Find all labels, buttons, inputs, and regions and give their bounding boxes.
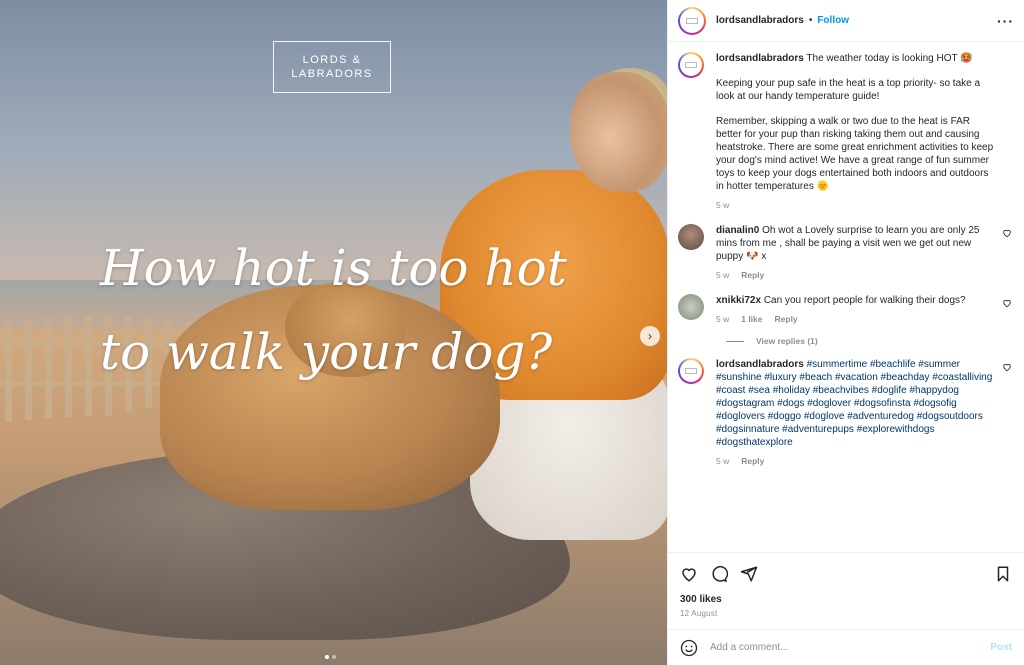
list-item: lordsandlabradors #summertime #beachlife…	[678, 358, 1014, 468]
comment-time[interactable]: 5 w	[716, 455, 729, 468]
comment-time[interactable]: 5 w	[716, 269, 729, 282]
chevron-right-icon: ›	[648, 329, 652, 343]
commenter-avatar[interactable]	[678, 358, 704, 384]
caption-line-1: The weather today is looking HOT 🥵	[806, 53, 973, 64]
headline-line-2: to walk your dog?	[100, 323, 553, 381]
carousel-dot-active	[325, 655, 329, 659]
commenter-avatar[interactable]	[678, 224, 704, 250]
reply-button[interactable]: Reply	[741, 455, 764, 468]
heart-icon[interactable]	[1002, 228, 1012, 238]
share-send-icon[interactable]	[740, 565, 758, 583]
comment-username[interactable]: dianalin0	[716, 225, 759, 236]
header-username[interactable]: lordsandlabradors	[716, 15, 804, 26]
caption-username[interactable]: lordsandlabradors	[716, 53, 804, 64]
caption-paragraph-3: Remember, skipping a walk or two due to …	[716, 116, 994, 192]
comment-bubble-icon[interactable]	[710, 565, 728, 583]
woman-head-graphic	[570, 72, 667, 192]
logo-line-1: LORDS &	[302, 54, 362, 66]
comment-username[interactable]: lordsandlabradors	[716, 359, 804, 370]
view-replies-button[interactable]: View replies (1)	[726, 336, 1014, 346]
add-comment-bar: Add a comment... Post	[668, 629, 1024, 665]
carousel-dots	[325, 655, 336, 659]
image-headline: How hot is too hot to walk your dog?	[100, 226, 580, 394]
emoji-icon[interactable]	[680, 639, 698, 657]
post-date[interactable]: 12 August	[668, 605, 1024, 629]
follow-button[interactable]: Follow	[817, 15, 849, 26]
comment-text: Can you report people for walking their …	[763, 295, 966, 306]
commenter-avatar[interactable]	[678, 294, 704, 320]
reply-button[interactable]: Reply	[775, 313, 798, 326]
more-options-icon[interactable]: ···	[997, 13, 1014, 29]
post-actions	[668, 552, 1024, 594]
caption: lordsandlabradors The weather today is l…	[678, 52, 1014, 212]
caption-time[interactable]: 5 w	[716, 199, 729, 212]
list-item: dianalin0 Oh wot a Lovely surprise to le…	[678, 224, 1014, 282]
comment-likes[interactable]: 1 like	[741, 313, 762, 326]
likes-count[interactable]: 300 likes	[668, 594, 1024, 605]
post-comment-button[interactable]: Post	[990, 642, 1012, 653]
carousel-dot	[332, 655, 336, 659]
post-sidebar: lordsandlabradors • Follow ··· lordsandl…	[667, 0, 1024, 665]
list-item: xnikki72x Can you report people for walk…	[678, 294, 1014, 326]
comment-input[interactable]: Add a comment...	[710, 642, 788, 653]
post-image[interactable]: LORDS & LABRADORS How hot is too hot to …	[0, 0, 667, 665]
avatar[interactable]	[678, 6, 706, 35]
reply-button[interactable]: Reply	[741, 269, 764, 282]
view-replies-label: View replies (1)	[756, 336, 818, 346]
headline-line-1: How hot is too hot	[100, 239, 567, 297]
caption-avatar[interactable]	[678, 52, 704, 78]
post-header: lordsandlabradors • Follow ···	[668, 0, 1024, 42]
next-slide-button[interactable]: ›	[640, 326, 660, 346]
heart-icon[interactable]	[1002, 362, 1012, 372]
comment-username[interactable]: xnikki72x	[716, 295, 761, 306]
comment-time[interactable]: 5 w	[716, 313, 729, 326]
replies-divider	[726, 340, 744, 342]
header-separator: •	[808, 15, 813, 26]
brand-logo: LORDS & LABRADORS	[273, 41, 391, 93]
hashtags-text[interactable]: #summertime #beachlife #summer #sunshine…	[716, 359, 992, 448]
heart-icon[interactable]	[1002, 298, 1012, 308]
like-heart-icon[interactable]	[680, 565, 698, 583]
comments-list[interactable]: lordsandlabradors The weather today is l…	[668, 42, 1024, 552]
caption-paragraph-2: Keeping your pup safe in the heat is a t…	[716, 78, 981, 102]
bookmark-icon[interactable]	[994, 565, 1012, 583]
logo-line-2: LABRADORS	[291, 68, 373, 80]
